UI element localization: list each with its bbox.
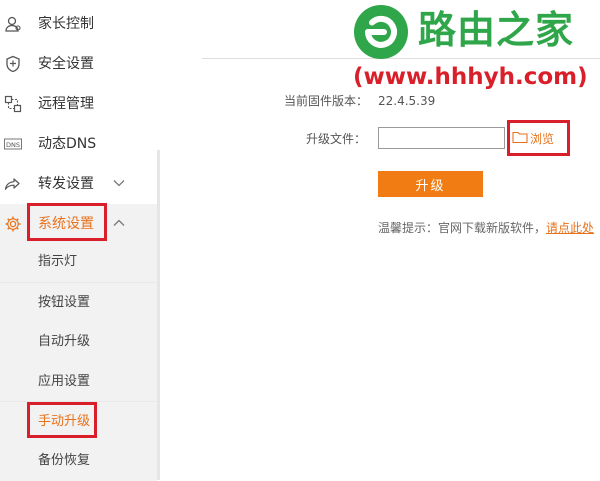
folder-icon (512, 130, 528, 147)
subitem-label: 指示灯 (38, 254, 78, 269)
sidebar-item-label: 家长控制 (38, 16, 94, 32)
subitem-label: 按钮设置 (38, 295, 91, 310)
subitem-button-settings[interactable]: 按钮设置 (0, 283, 157, 323)
subitem-app-settings[interactable]: 应用设置 (0, 362, 157, 402)
subitem-auto-upgrade[interactable]: 自动升级 (0, 322, 157, 362)
subitem-label: 自动升级 (38, 334, 91, 349)
browse-label: 浏览 (530, 131, 555, 146)
upgrade-file-label: 升级文件： (306, 132, 367, 146)
sidebar-item-label: 系统设置 (38, 216, 94, 232)
sidebar-item-ddns[interactable]: DNS 动态DNS (0, 124, 157, 164)
sidebar-item-system-settings[interactable]: 系统设置 (0, 204, 157, 244)
shield-icon (4, 55, 22, 73)
forward-icon (4, 175, 22, 193)
sidebar-item-label: 安全设置 (38, 56, 94, 72)
subitem-indicator-light[interactable]: 指示灯 (0, 242, 157, 282)
browse-button[interactable]: 浏览 (512, 128, 554, 148)
download-link[interactable]: 请点此处 (546, 221, 594, 235)
subitem-manual-upgrade[interactable]: 手动升级 (0, 402, 157, 442)
dns-icon: DNS (4, 135, 22, 153)
sidebar-item-parental-control[interactable]: 家长控制 (0, 4, 157, 44)
watermark-title: 路由之家 (418, 8, 575, 52)
sidebar-item-label: 转发设置 (38, 176, 94, 192)
sidebar-item-remote-management[interactable]: 远程管理 (0, 84, 157, 124)
watermark-url: (www.hhhyh.com) (353, 64, 588, 90)
sidebar: 家长控制 安全设置 远程管理 DNS 动态DNS 转发设置 系统设置 指示灯 按… (0, 0, 160, 481)
user-control-icon (4, 15, 22, 33)
subitem-label: 备份恢复 (38, 453, 91, 468)
subitem-label: 应用设置 (38, 374, 91, 389)
sidebar-item-label: 远程管理 (38, 96, 94, 112)
dns-icon-text: DNS (6, 141, 20, 149)
subitem-backup-restore[interactable]: 备份恢复 (0, 441, 157, 481)
watermark-logo-icon (354, 5, 408, 59)
chevron-up-icon[interactable] (112, 216, 126, 230)
upgrade-hint: 温馨提示：官网下载新版软件，请点此处 (378, 220, 594, 236)
hint-text: 温馨提示：官网下载新版软件， (378, 221, 547, 235)
subitem-label: 手动升级 (38, 414, 91, 429)
gear-icon (4, 215, 22, 233)
sidebar-item-security[interactable]: 安全设置 (0, 44, 157, 84)
chevron-down-icon[interactable] (112, 176, 126, 190)
sidebar-scrollbar[interactable] (157, 150, 160, 480)
sidebar-item-label: 动态DNS (38, 136, 97, 152)
upgrade-button[interactable]: 升级 (378, 171, 483, 197)
upgrade-file-input[interactable] (378, 127, 505, 149)
remote-icon (4, 95, 22, 113)
sidebar-item-forwarding[interactable]: 转发设置 (0, 164, 157, 204)
